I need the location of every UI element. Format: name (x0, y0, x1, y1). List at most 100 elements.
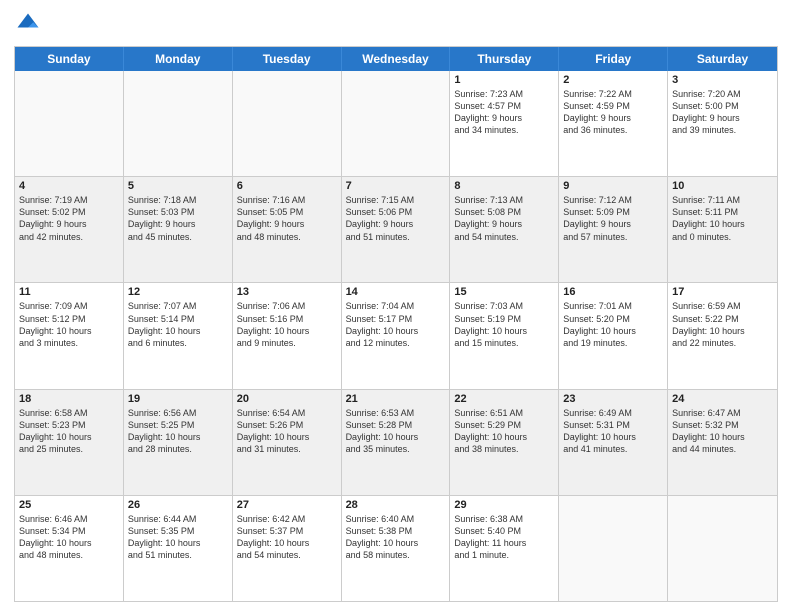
day-info: Sunrise: 7:12 AM Sunset: 5:09 PM Dayligh… (563, 194, 663, 243)
calendar-day-9: 9 Sunrise: 7:12 AM Sunset: 5:09 PM Daylig… (559, 177, 668, 282)
calendar-day-22: 22 Sunrise: 6:51 AM Sunset: 5:29 PM Dayli… (450, 390, 559, 495)
day-info: Sunrise: 6:56 AM Sunset: 5:25 PM Dayligh… (128, 407, 228, 456)
calendar-body: 1 Sunrise: 7:23 AM Sunset: 4:57 PM Daylig… (15, 71, 777, 601)
day-number: 3 (672, 74, 773, 86)
logo-icon (14, 10, 42, 38)
calendar-day-24: 24 Sunrise: 6:47 AM Sunset: 5:32 PM Dayli… (668, 390, 777, 495)
calendar-day-4: 4 Sunrise: 7:19 AM Sunset: 5:02 PM Daylig… (15, 177, 124, 282)
calendar-week-1: 1 Sunrise: 7:23 AM Sunset: 4:57 PM Daylig… (15, 71, 777, 177)
header-day-thursday: Thursday (450, 47, 559, 71)
calendar-empty-cell (233, 71, 342, 176)
calendar-week-3: 11 Sunrise: 7:09 AM Sunset: 5:12 PM Dayli… (15, 283, 777, 389)
calendar-day-12: 12 Sunrise: 7:07 AM Sunset: 5:14 PM Dayli… (124, 283, 233, 388)
day-info: Sunrise: 6:44 AM Sunset: 5:35 PM Dayligh… (128, 513, 228, 562)
day-number: 17 (672, 286, 773, 298)
day-number: 2 (563, 74, 663, 86)
day-number: 15 (454, 286, 554, 298)
day-info: Sunrise: 6:42 AM Sunset: 5:37 PM Dayligh… (237, 513, 337, 562)
calendar-day-10: 10 Sunrise: 7:11 AM Sunset: 5:11 PM Dayli… (668, 177, 777, 282)
day-info: Sunrise: 7:16 AM Sunset: 5:05 PM Dayligh… (237, 194, 337, 243)
day-info: Sunrise: 7:07 AM Sunset: 5:14 PM Dayligh… (128, 300, 228, 349)
day-info: Sunrise: 7:20 AM Sunset: 5:00 PM Dayligh… (672, 88, 773, 137)
calendar-day-7: 7 Sunrise: 7:15 AM Sunset: 5:06 PM Daylig… (342, 177, 451, 282)
day-number: 4 (19, 180, 119, 192)
day-number: 24 (672, 393, 773, 405)
calendar-day-14: 14Sunrise: 7:04 AM Sunset: 5:17 PM Dayli… (342, 283, 451, 388)
day-number: 9 (563, 180, 663, 192)
calendar-day-18: 18Sunrise: 6:58 AM Sunset: 5:23 PM Dayli… (15, 390, 124, 495)
day-info: Sunrise: 6:53 AM Sunset: 5:28 PM Dayligh… (346, 407, 446, 456)
calendar-day-2: 2 Sunrise: 7:22 AM Sunset: 4:59 PM Daylig… (559, 71, 668, 176)
day-info: Sunrise: 7:22 AM Sunset: 4:59 PM Dayligh… (563, 88, 663, 137)
day-number: 6 (237, 180, 337, 192)
day-info: Sunrise: 7:04 AM Sunset: 5:17 PM Dayligh… (346, 300, 446, 349)
calendar-week-5: 25 Sunrise: 6:46 AM Sunset: 5:34 PM Dayli… (15, 496, 777, 601)
calendar-empty-cell (124, 71, 233, 176)
day-info: Sunrise: 7:11 AM Sunset: 5:11 PM Dayligh… (672, 194, 773, 243)
day-info: Sunrise: 6:46 AM Sunset: 5:34 PM Dayligh… (19, 513, 119, 562)
calendar-day-26: 26 Sunrise: 6:44 AM Sunset: 5:35 PM Dayli… (124, 496, 233, 601)
day-info: Sunrise: 7:23 AM Sunset: 4:57 PM Dayligh… (454, 88, 554, 137)
header-day-tuesday: Tuesday (233, 47, 342, 71)
calendar-day-27: 27 Sunrise: 6:42 AM Sunset: 5:37 PM Dayli… (233, 496, 342, 601)
calendar-day-13: 13 Sunrise: 7:06 AM Sunset: 5:16 PM Dayli… (233, 283, 342, 388)
day-number: 25 (19, 499, 119, 511)
calendar-week-2: 4 Sunrise: 7:19 AM Sunset: 5:02 PM Daylig… (15, 177, 777, 283)
day-info: Sunrise: 6:59 AM Sunset: 5:22 PM Dayligh… (672, 300, 773, 349)
day-number: 1 (454, 74, 554, 86)
header-day-saturday: Saturday (668, 47, 777, 71)
day-number: 22 (454, 393, 554, 405)
day-number: 5 (128, 180, 228, 192)
calendar-empty-cell (559, 496, 668, 601)
calendar-day-17: 17 Sunrise: 6:59 AM Sunset: 5:22 PM Dayli… (668, 283, 777, 388)
header-day-sunday: Sunday (15, 47, 124, 71)
page: SundayMondayTuesdayWednesdayThursdayFrid… (0, 0, 792, 612)
calendar-day-16: 16 Sunrise: 7:01 AM Sunset: 5:20 PM Dayli… (559, 283, 668, 388)
calendar-day-8: 8 Sunrise: 7:13 AM Sunset: 5:08 PM Daylig… (450, 177, 559, 282)
day-info: Sunrise: 6:47 AM Sunset: 5:32 PM Dayligh… (672, 407, 773, 456)
calendar-day-5: 5Sunrise: 7:18 AM Sunset: 5:03 PM Daylig… (124, 177, 233, 282)
calendar-empty-cell (668, 496, 777, 601)
day-number: 19 (128, 393, 228, 405)
day-number: 7 (346, 180, 446, 192)
day-number: 8 (454, 180, 554, 192)
day-info: Sunrise: 6:51 AM Sunset: 5:29 PM Dayligh… (454, 407, 554, 456)
calendar-day-19: 19 Sunrise: 6:56 AM Sunset: 5:25 PM Dayli… (124, 390, 233, 495)
day-number: 13 (237, 286, 337, 298)
calendar-day-15: 15 Sunrise: 7:03 AM Sunset: 5:19 PM Dayli… (450, 283, 559, 388)
day-number: 23 (563, 393, 663, 405)
calendar-day-3: 3 Sunrise: 7:20 AM Sunset: 5:00 PM Daylig… (668, 71, 777, 176)
day-number: 27 (237, 499, 337, 511)
day-info: Sunrise: 7:19 AM Sunset: 5:02 PM Dayligh… (19, 194, 119, 243)
day-number: 29 (454, 499, 554, 511)
calendar-day-1: 1 Sunrise: 7:23 AM Sunset: 4:57 PM Daylig… (450, 71, 559, 176)
calendar-empty-cell (342, 71, 451, 176)
day-number: 20 (237, 393, 337, 405)
day-info: Sunrise: 7:03 AM Sunset: 5:19 PM Dayligh… (454, 300, 554, 349)
day-number: 12 (128, 286, 228, 298)
calendar-week-4: 18Sunrise: 6:58 AM Sunset: 5:23 PM Dayli… (15, 390, 777, 496)
calendar-day-23: 23Sunrise: 6:49 AM Sunset: 5:31 PM Dayli… (559, 390, 668, 495)
calendar-day-28: 28 Sunrise: 6:40 AM Sunset: 5:38 PM Dayli… (342, 496, 451, 601)
header (14, 10, 778, 38)
header-day-wednesday: Wednesday (342, 47, 451, 71)
calendar-header: SundayMondayTuesdayWednesdayThursdayFrid… (15, 47, 777, 71)
day-number: 10 (672, 180, 773, 192)
day-info: Sunrise: 6:40 AM Sunset: 5:38 PM Dayligh… (346, 513, 446, 562)
day-number: 16 (563, 286, 663, 298)
calendar-day-29: 29Sunrise: 6:38 AM Sunset: 5:40 PM Dayli… (450, 496, 559, 601)
day-number: 11 (19, 286, 119, 298)
day-info: Sunrise: 7:01 AM Sunset: 5:20 PM Dayligh… (563, 300, 663, 349)
calendar-day-21: 21Sunrise: 6:53 AM Sunset: 5:28 PM Dayli… (342, 390, 451, 495)
day-number: 26 (128, 499, 228, 511)
day-info: Sunrise: 6:54 AM Sunset: 5:26 PM Dayligh… (237, 407, 337, 456)
day-info: Sunrise: 7:06 AM Sunset: 5:16 PM Dayligh… (237, 300, 337, 349)
header-day-friday: Friday (559, 47, 668, 71)
day-info: Sunrise: 7:09 AM Sunset: 5:12 PM Dayligh… (19, 300, 119, 349)
day-info: Sunrise: 7:15 AM Sunset: 5:06 PM Dayligh… (346, 194, 446, 243)
day-number: 28 (346, 499, 446, 511)
day-info: Sunrise: 6:58 AM Sunset: 5:23 PM Dayligh… (19, 407, 119, 456)
calendar-day-11: 11 Sunrise: 7:09 AM Sunset: 5:12 PM Dayli… (15, 283, 124, 388)
logo (14, 10, 46, 38)
day-info: Sunrise: 7:13 AM Sunset: 5:08 PM Dayligh… (454, 194, 554, 243)
